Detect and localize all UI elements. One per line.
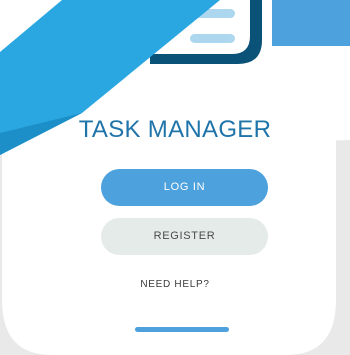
home-indicator [135,327,229,332]
screen: TASK MANAGER LOG IN REGISTER NEED HELP? [0,0,350,355]
register-button[interactable]: REGISTER [101,218,268,255]
need-help-link[interactable]: NEED HELP? [0,279,350,290]
login-button[interactable]: LOG IN [101,169,268,206]
app-title: TASK MANAGER [78,116,272,143]
top-right-strip [272,0,350,46]
